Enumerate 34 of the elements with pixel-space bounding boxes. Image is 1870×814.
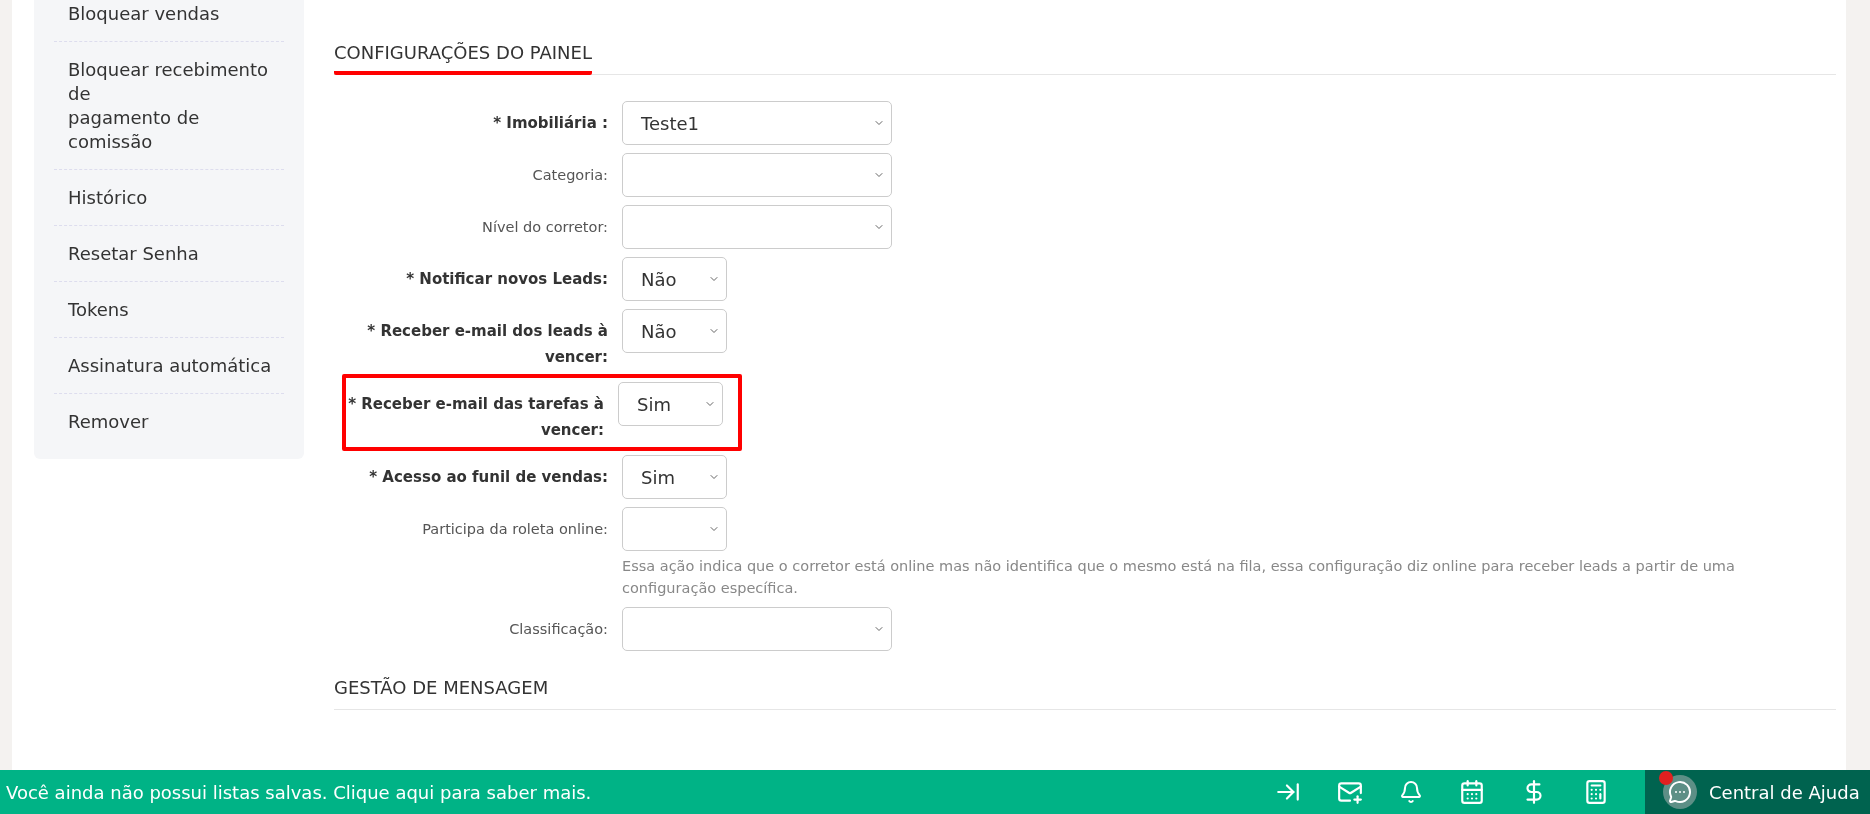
sidebar-item[interactable]: Resetar Senha <box>54 226 284 282</box>
section-title: GESTÃO DE MENSAGEM <box>334 677 549 700</box>
field-label: Participa da roleta online: <box>421 520 609 539</box>
select-field[interactable]: Sim <box>618 382 723 426</box>
select-field[interactable]: Teste1 <box>622 101 892 145</box>
bell-icon[interactable] <box>1399 780 1423 804</box>
sidebar-item[interactable]: Histórico <box>54 170 284 226</box>
sidebar-item[interactable]: Bloquear recebimento de pagamento de comissão <box>54 42 284 170</box>
select-field[interactable] <box>622 153 892 197</box>
field-label: Classificação: <box>508 620 609 639</box>
field-label: * Notificar novos Leads: <box>405 269 609 290</box>
field-label: Nível do corretor: <box>481 218 609 237</box>
select-field[interactable]: Não <box>622 309 727 353</box>
calculator-icon[interactable] <box>1583 779 1609 805</box>
calendar-icon[interactable] <box>1459 779 1485 805</box>
field-label: Categoria: <box>531 166 609 185</box>
select-field[interactable]: Sim <box>622 455 727 499</box>
sidebar-item[interactable]: Remover <box>54 394 284 449</box>
field-label: * Acesso ao funil de vendas: <box>368 467 609 488</box>
mail-icon[interactable] <box>1337 779 1363 805</box>
field-label: * Receber e-mail das tarefas à vencer: <box>347 394 605 441</box>
sidebar-item[interactable]: Assinatura automática <box>54 338 284 394</box>
field-label: * Receber e-mail dos leads à vencer: <box>366 321 609 368</box>
help-center-button[interactable]: Central de Ajuda <box>1645 770 1870 814</box>
sidebar-item[interactable]: Tokens <box>54 282 284 338</box>
select-field[interactable]: Não <box>622 257 727 301</box>
select-field[interactable] <box>622 205 892 249</box>
field-label: * Imobiliária : <box>492 113 609 134</box>
section-title: CONFIGURAÇÕES DO PAINEL <box>334 42 592 75</box>
sidebar-item[interactable]: Bloquear vendas <box>54 0 284 42</box>
select-field[interactable] <box>622 507 727 551</box>
help-text: Essa ação indica que o corretor está online mas não identifica que o mesmo está na fila, essa configuração diz online para receber leads a partir de uma configuração específica. <box>622 557 1736 598</box>
chat-bubble-icon <box>1663 775 1697 809</box>
select-field[interactable] <box>622 607 892 651</box>
